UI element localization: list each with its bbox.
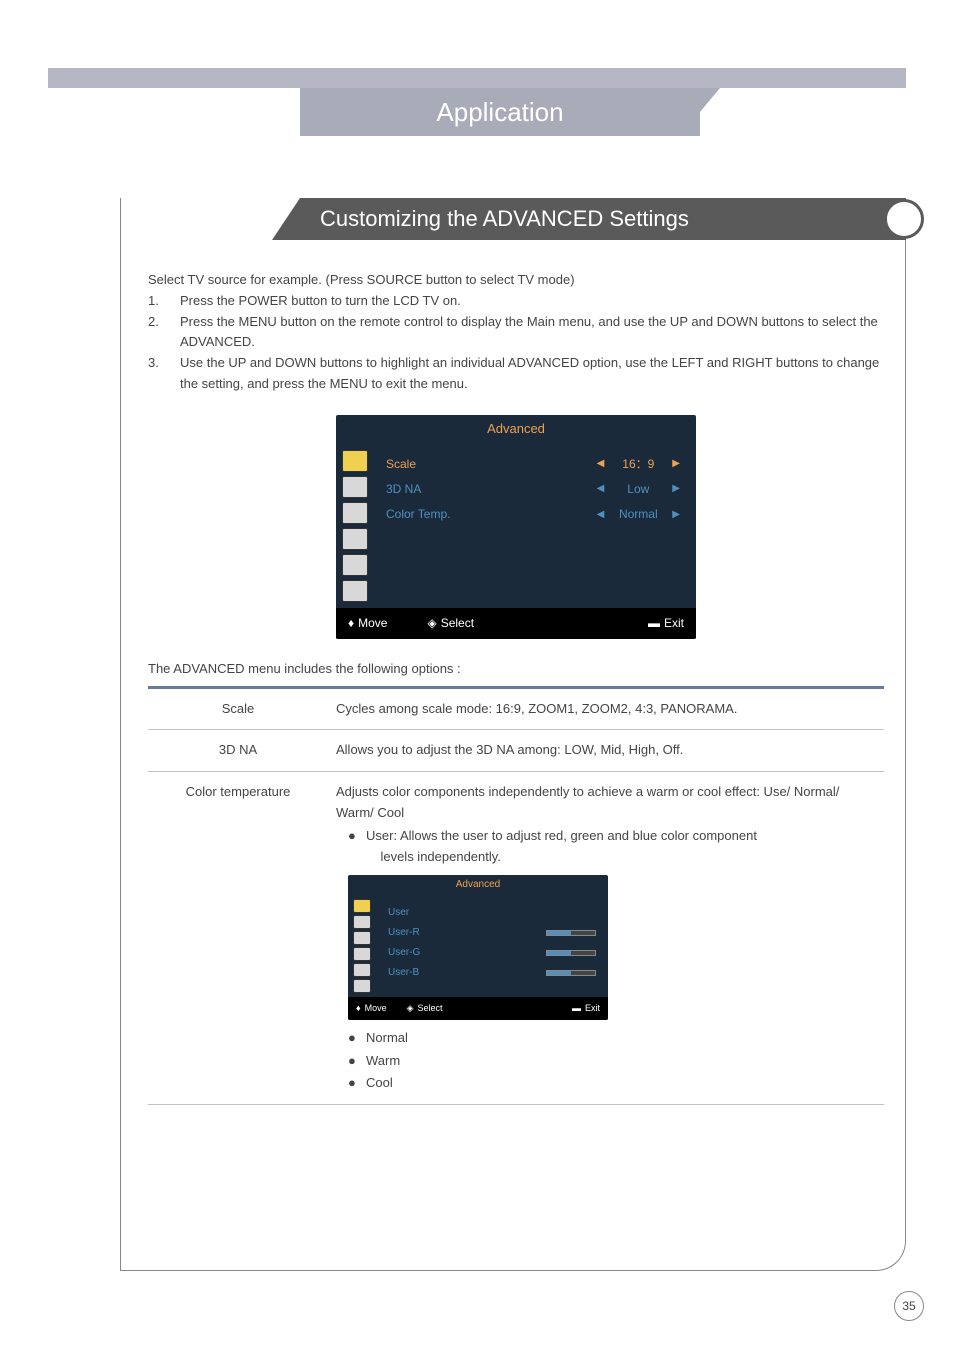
osd-sidebar [348, 895, 376, 997]
footer-exit: ▬ Exit [572, 1001, 600, 1015]
exit-icon: ▬ [648, 614, 660, 633]
arrow-right-icon: ▶ [668, 456, 684, 472]
osd-icon-setup [342, 528, 368, 550]
section-title: Customizing the ADVANCED Settings [320, 206, 689, 232]
osd-icon-sound [342, 476, 368, 498]
option-desc: Cycles among scale mode: 16:9, ZOOM1, ZO… [328, 687, 884, 730]
step-2: 2. Press the MENU button on the remote c… [148, 312, 884, 354]
table-row: Color temperature Adjusts color componen… [148, 772, 884, 1105]
footer-move: ♦ Move [356, 1001, 387, 1015]
osd-icon-setup [353, 947, 371, 961]
bullet-cool: ● Cool [348, 1073, 876, 1094]
header-tab-corner [680, 88, 720, 136]
arrow-right-icon: ▶ [668, 481, 684, 497]
option-name: Scale [148, 687, 328, 730]
osd-icon-info [342, 580, 368, 602]
osd-icon-picture [353, 899, 371, 913]
osd-user-panel: Advanced User [348, 875, 608, 1019]
arrow-left-icon: ◀ [593, 481, 609, 497]
footer-exit: ▬ Exit [648, 614, 684, 633]
bullet-warm: ● Warm [348, 1051, 876, 1072]
osd-icon-info [353, 979, 371, 993]
bullet-normal: ● Normal [348, 1028, 876, 1049]
osd-icon-sound [353, 915, 371, 929]
header-title: Application [436, 97, 563, 128]
slider-icon [546, 970, 596, 976]
osd-row-user-r: User-R [388, 923, 596, 943]
bullet-dot-icon: ● [348, 826, 366, 868]
slider-icon [546, 950, 596, 956]
step-3: 3. Use the UP and DOWN buttons to highli… [148, 353, 884, 395]
footer-select: ◈ Select [407, 1001, 443, 1015]
osd-icon-pc [342, 554, 368, 576]
header-bar [48, 68, 906, 88]
footer-select: ◈ Select [427, 614, 474, 633]
content: Select TV source for example. (Press SOU… [148, 270, 884, 1105]
updown-icon: ♦ [348, 614, 354, 633]
leftright-icon: ◈ [427, 614, 436, 633]
page-number: 35 [894, 1291, 924, 1321]
section-banner: Customizing the ADVANCED Settings [300, 198, 906, 240]
banner-corner [272, 198, 300, 240]
exit-icon: ▬ [572, 1001, 581, 1015]
osd-row-scale: Scale ◀ 16：9 ▶ [386, 452, 684, 477]
arrow-right-icon: ▶ [668, 507, 684, 523]
osd-footer: ♦ Move ◈ Select ▬ Exit [348, 997, 608, 1019]
osd-row-3dna: 3D NA ◀ Low ▶ [386, 477, 684, 502]
arrow-left-icon: ◀ [593, 456, 609, 472]
options-table: Scale Cycles among scale mode: 16:9, ZOO… [148, 686, 884, 1106]
option-desc: Adjusts color components independently t… [328, 772, 884, 1105]
step-1: 1. Press the POWER button to turn the LC… [148, 291, 884, 312]
osd-advanced-panel: Advanced Scale ◀ 16：9 ▶ 3D NA ◀ [336, 415, 696, 639]
header-tab: Application [300, 88, 700, 136]
footer-move: ♦ Move [348, 614, 387, 633]
circle-accent-icon [884, 199, 924, 239]
option-name: 3D NA [148, 730, 328, 772]
osd-row-user: User [388, 903, 596, 923]
arrow-left-icon: ◀ [593, 507, 609, 523]
osd-icon-pc [353, 963, 371, 977]
intro-lead: Select TV source for example. (Press SOU… [148, 270, 884, 291]
option-name: Color temperature [148, 772, 328, 1105]
osd-row-colortemp: Color Temp. ◀ Normal ▶ [386, 502, 684, 527]
table-row: 3D NA Allows you to adjust the 3D NA amo… [148, 730, 884, 772]
bullet-dot-icon: ● [348, 1073, 366, 1094]
osd-icon-picture [342, 450, 368, 472]
osd-title: Advanced [348, 875, 608, 895]
osd-icon-timer [353, 931, 371, 945]
bullet-dot-icon: ● [348, 1028, 366, 1049]
leftright-icon: ◈ [407, 1001, 414, 1015]
osd-row-user-b: User-B [388, 963, 596, 983]
options-intro: The ADVANCED menu includes the following… [148, 659, 884, 680]
osd-sidebar [336, 444, 374, 608]
osd-row-user-g: User-G [388, 943, 596, 963]
osd-title: Advanced [336, 415, 696, 444]
option-desc: Allows you to adjust the 3D NA among: LO… [328, 730, 884, 772]
bullet-user: ● User: Allows the user to adjust red, g… [348, 826, 876, 868]
updown-icon: ♦ [356, 1001, 361, 1015]
table-row: Scale Cycles among scale mode: 16:9, ZOO… [148, 687, 884, 730]
osd-icon-timer [342, 502, 368, 524]
bullet-dot-icon: ● [348, 1051, 366, 1072]
slider-icon [546, 930, 596, 936]
osd-footer: ♦ Move ◈ Select ▬ Exit [336, 608, 696, 639]
